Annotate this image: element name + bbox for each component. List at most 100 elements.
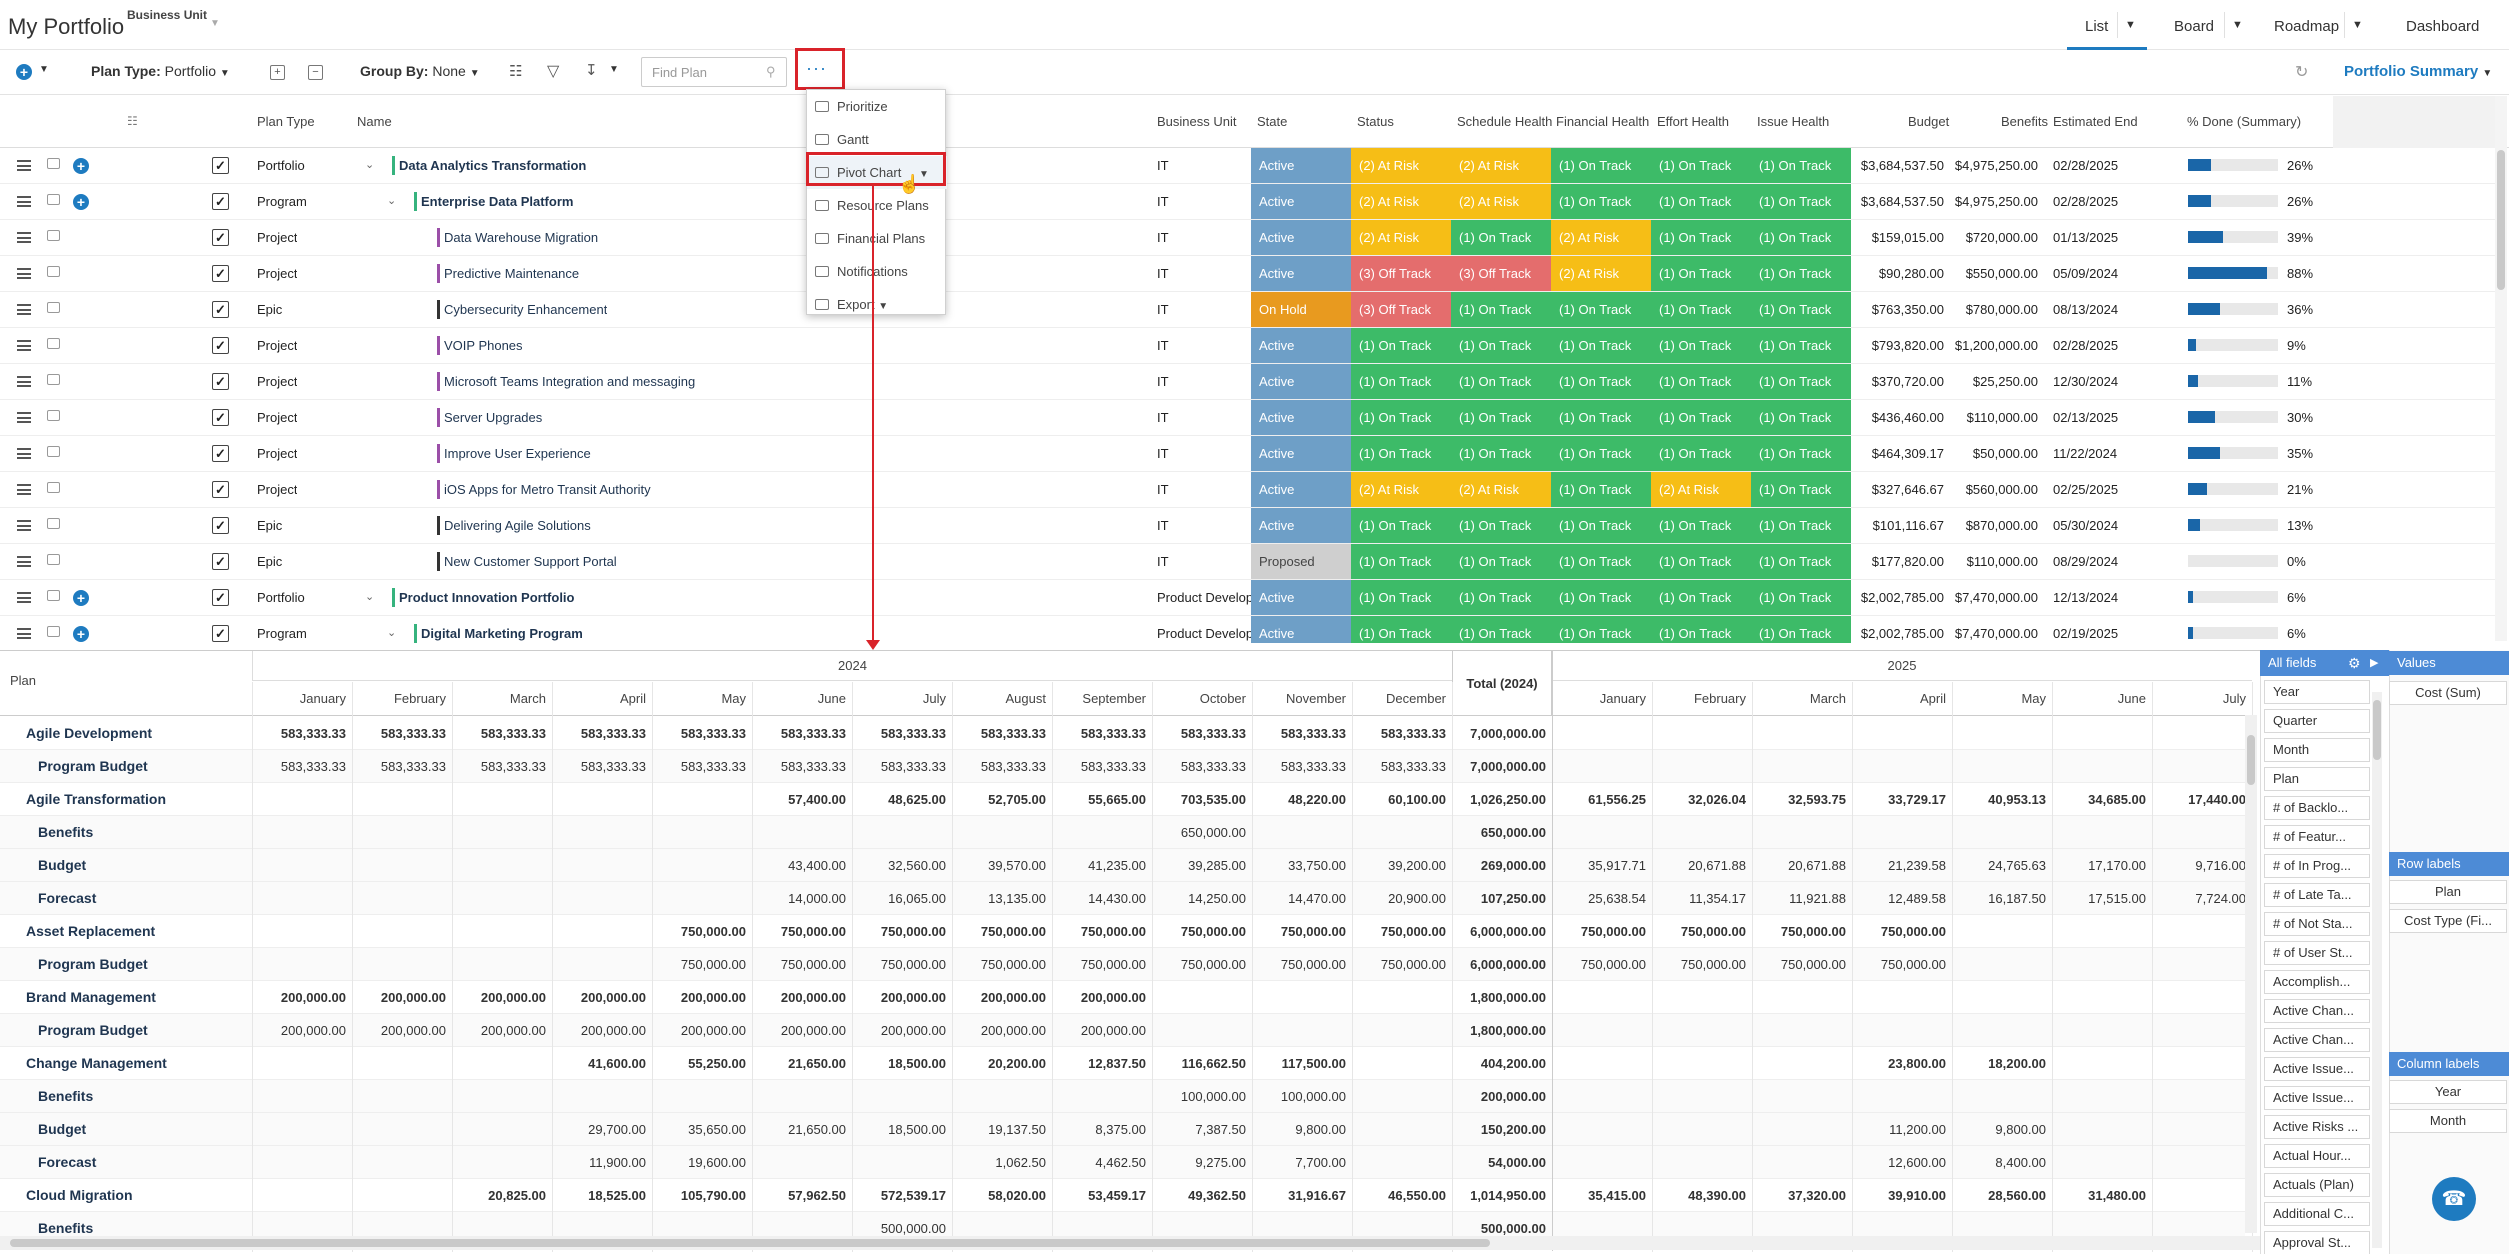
pivot-row-label[interactable]: Budget <box>38 849 86 882</box>
pivot-row-label[interactable]: Benefits <box>38 816 93 849</box>
plan-name-link[interactable]: Data Analytics Transformation <box>399 148 586 183</box>
col-business-unit[interactable]: Business Unit <box>1157 114 1236 129</box>
group-by-dropdown[interactable]: Group By: None ▼ <box>360 63 480 79</box>
menu-item-notifications[interactable]: Notifications <box>807 255 947 288</box>
plan-name-link[interactable]: iOS Apps for Metro Transit Authority <box>444 472 651 507</box>
comment-icon[interactable] <box>47 230 60 241</box>
row-checkbox[interactable]: ✓ <box>212 517 229 534</box>
col-state[interactable]: State <box>1257 114 1287 129</box>
chevron-down-icon[interactable]: ▼ <box>2344 12 2370 38</box>
plan-name-link[interactable]: Digital Marketing Program <box>421 616 583 643</box>
field-item[interactable]: Year <box>2264 680 2370 704</box>
pivot-vertical-scrollbar-thumb[interactable] <box>2247 735 2255 785</box>
field-item[interactable]: # of Late Ta... <box>2264 883 2370 907</box>
table-row[interactable]: ✓ Epic Cybersecurity Enhancement IT On Hold(… <box>0 292 2495 328</box>
row-menu-icon[interactable] <box>17 628 31 639</box>
comment-icon[interactable] <box>47 302 60 313</box>
field-item[interactable]: # of In Prog... <box>2264 854 2370 878</box>
month-header[interactable]: September <box>1052 682 1152 715</box>
row-menu-icon[interactable] <box>17 304 31 315</box>
add-icon[interactable]: + <box>16 64 32 80</box>
field-item[interactable]: Plan <box>2264 767 2370 791</box>
plan-name-link[interactable]: Server Upgrades <box>444 400 542 435</box>
tab-dashboard[interactable]: Dashboard <box>2406 18 2479 35</box>
col-plan-type[interactable]: Plan Type <box>257 114 315 129</box>
field-item[interactable]: Active Issue... <box>2264 1057 2370 1081</box>
business-unit-selector[interactable]: Business Unit <box>127 8 207 22</box>
comment-icon[interactable] <box>47 338 60 349</box>
pivot-row-label[interactable]: Asset Replacement <box>26 915 155 948</box>
pivot-row-label[interactable]: Program Budget <box>38 948 148 981</box>
plan-name-link[interactable]: Enterprise Data Platform <box>421 184 573 219</box>
comment-icon[interactable] <box>47 410 60 421</box>
plan-name-link[interactable]: Improve User Experience <box>444 436 591 471</box>
chevron-down-icon[interactable]: ▼ <box>609 64 619 75</box>
tab-board[interactable]: Board <box>2174 18 2214 35</box>
field-item[interactable]: Month <box>2264 738 2370 762</box>
col-name[interactable]: Name <box>357 114 392 129</box>
col-pct-done[interactable]: % Done (Summary) <box>2187 114 2301 129</box>
chevron-down-icon[interactable]: ▼ <box>2117 12 2143 38</box>
table-row[interactable]: ✓ Project Predictive Maintenance IT Active (3… <box>0 256 2495 292</box>
sort-icon[interactable]: ↧ <box>585 61 598 79</box>
fields-scrollbar-thumb[interactable] <box>2373 700 2381 760</box>
comment-icon[interactable] <box>47 482 60 493</box>
month-header[interactable]: May <box>1952 682 2052 715</box>
plan-name-link[interactable]: New Customer Support Portal <box>444 544 617 579</box>
month-header[interactable]: April <box>552 682 652 715</box>
menu-item-export[interactable]: Export ▼ <box>807 288 947 321</box>
chevron-down-icon[interactable]: ⌄ <box>365 148 374 183</box>
field-item[interactable]: Actual Hour... <box>2264 1144 2370 1168</box>
chevron-down-icon[interactable]: ▼ <box>2224 12 2250 38</box>
col-status[interactable]: Status <box>1357 114 1394 129</box>
table-row[interactable]: ✓ Project Microsoft Teams Integration and … <box>0 364 2495 400</box>
row-menu-icon[interactable] <box>17 520 31 531</box>
month-header[interactable]: November <box>1252 682 1352 715</box>
col-benefits[interactable]: Benefits <box>2001 114 2048 129</box>
chevron-down-icon[interactable]: ⌄ <box>365 580 374 615</box>
table-row[interactable]: + ✓ Program ⌄ Enterprise Data Platform IT Acti… <box>0 184 2495 220</box>
month-header[interactable]: February <box>1652 682 1752 715</box>
row-menu-icon[interactable] <box>17 160 31 171</box>
pivot-horizontal-scrollbar-thumb[interactable] <box>10 1239 1490 1247</box>
column-label-item[interactable]: Year <box>2389 1080 2507 1104</box>
field-item[interactable]: Active Chan... <box>2264 1028 2370 1052</box>
month-header[interactable]: June <box>2052 682 2152 715</box>
add-child-icon[interactable]: + <box>73 194 89 210</box>
plan-name-link[interactable]: Predictive Maintenance <box>444 256 579 291</box>
row-checkbox[interactable]: ✓ <box>212 589 229 606</box>
comment-icon[interactable] <box>47 194 60 205</box>
table-row[interactable]: ✓ Project Improve User Experience IT Active(… <box>0 436 2495 472</box>
plan-name-link[interactable]: Data Warehouse Migration <box>444 220 598 255</box>
row-checkbox[interactable]: ✓ <box>212 625 229 642</box>
field-item[interactable]: # of User St... <box>2264 941 2370 965</box>
row-checkbox[interactable]: ✓ <box>212 553 229 570</box>
row-menu-icon[interactable] <box>17 268 31 279</box>
row-menu-icon[interactable] <box>17 592 31 603</box>
field-item[interactable]: # of Backlo... <box>2264 796 2370 820</box>
col-financial-health[interactable]: Financial Health <box>1556 114 1649 129</box>
fields-scrollbar[interactable] <box>2372 692 2382 1248</box>
menu-item-prioritize[interactable]: Prioritize <box>807 90 947 123</box>
comment-icon[interactable] <box>47 626 60 637</box>
comment-icon[interactable] <box>47 554 60 565</box>
row-checkbox[interactable]: ✓ <box>212 265 229 282</box>
row-checkbox[interactable]: ✓ <box>212 157 229 174</box>
grid-scrollbar-thumb[interactable] <box>2497 150 2505 290</box>
pivot-row-label[interactable]: Agile Development <box>26 717 152 750</box>
comment-icon[interactable] <box>47 266 60 277</box>
pivot-row-label[interactable]: Brand Management <box>26 981 156 1014</box>
field-item[interactable]: Active Risks ... <box>2264 1115 2370 1139</box>
month-header[interactable]: July <box>852 682 952 715</box>
hierarchy-icon[interactable]: ☷ <box>127 114 138 128</box>
month-header[interactable]: March <box>1752 682 1852 715</box>
table-row[interactable]: ✓ Project Server Upgrades IT Active (1) On Tr… <box>0 400 2495 436</box>
col-effort-health[interactable]: Effort Health <box>1657 114 1729 129</box>
field-item[interactable]: Active Chan... <box>2264 999 2370 1023</box>
row-checkbox[interactable]: ✓ <box>212 409 229 426</box>
plan-name-link[interactable]: Microsoft Teams Integration and messagin… <box>444 364 695 399</box>
month-header[interactable]: January <box>1552 682 1652 715</box>
tab-list[interactable]: List <box>2085 18 2108 35</box>
row-checkbox[interactable]: ✓ <box>212 373 229 390</box>
table-row[interactable]: ✓ Epic Delivering Agile Solutions IT Active(… <box>0 508 2495 544</box>
